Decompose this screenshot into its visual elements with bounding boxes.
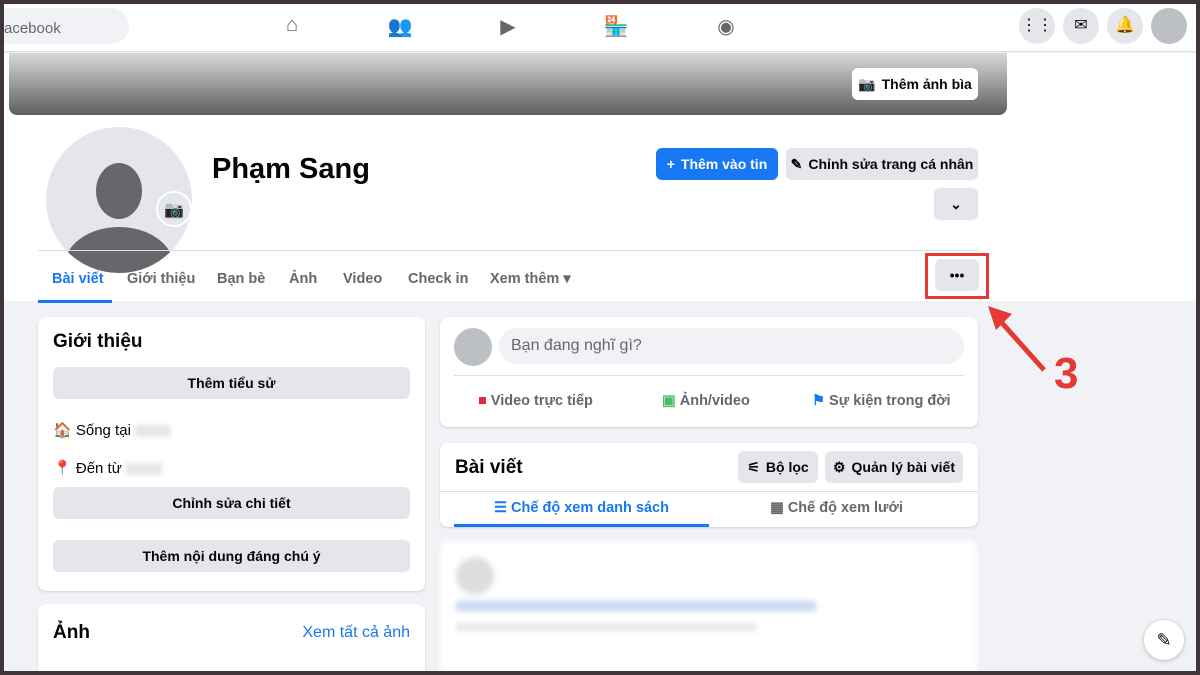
- notifications-icon[interactable]: 🔔: [1107, 8, 1143, 44]
- tab-list-view[interactable]: ☰ Chế độ xem danh sách: [454, 491, 709, 527]
- composer-input[interactable]: Bạn đang nghĩ gì?: [499, 328, 964, 364]
- filter-icon: ⚟: [747, 458, 760, 475]
- blurred-post: [440, 541, 978, 671]
- messenger-icon[interactable]: ✉: [1063, 8, 1099, 44]
- pencil-icon: ✎: [790, 155, 803, 172]
- lives-in: 🏠 Sống tại: [53, 421, 171, 439]
- add-featured-button[interactable]: Thêm nội dung đáng chú ý: [53, 540, 410, 572]
- groups-icon[interactable]: ◉: [712, 14, 740, 42]
- add-story-button[interactable]: + Thêm vào tin: [656, 148, 778, 180]
- photo-video-button[interactable]: ▣ Ảnh/video: [662, 393, 750, 409]
- see-all-photos-link[interactable]: Xem tất cả ảnh: [302, 624, 410, 642]
- new-message-icon[interactable]: ✎: [1144, 620, 1184, 660]
- add-cover-button[interactable]: 📷 Thêm ảnh bìa: [852, 68, 978, 100]
- avatar-camera-icon[interactable]: 📷: [156, 191, 192, 227]
- home-icon[interactable]: ⌂: [278, 14, 306, 42]
- search-input[interactable]: acebook: [4, 8, 129, 44]
- live-video-button[interactable]: ■ Video trực tiếp: [478, 393, 593, 409]
- account-avatar[interactable]: [1151, 8, 1187, 44]
- intro-title: Giới thiệu: [53, 331, 143, 352]
- tab-about[interactable]: Giới thiệu: [127, 271, 195, 287]
- tab-friends[interactable]: Bạn bè: [217, 271, 265, 287]
- tab-posts[interactable]: Bài viết: [52, 271, 104, 287]
- friends-icon[interactable]: 👥: [386, 14, 414, 42]
- app-frame: acebook ⌂ 👥 ▶ 🏪 ◉ ⋮⋮ ✉ 🔔 📷 Thêm ảnh bìa 📷…: [4, 4, 1196, 671]
- profile-tabs: Bài viết Giới thiệu Bạn bè Ảnh Video Che…: [38, 250, 989, 303]
- manage-posts-button[interactable]: ⚙ Quản lý bài viết: [825, 451, 963, 483]
- edit-profile-button[interactable]: ✎ Chỉnh sửa trang cá nhân: [786, 148, 978, 180]
- camera-icon: 📷: [858, 75, 876, 92]
- edit-details-button[interactable]: Chỉnh sửa chi tiết: [53, 487, 410, 519]
- profile-header: 📷 Thêm ảnh bìa 📷 Phạm Sang + Thêm vào tin …: [4, 53, 1196, 303]
- gear-icon: ⚙: [832, 458, 846, 475]
- profile-name: Phạm Sang: [212, 153, 370, 185]
- step-number: 3: [1054, 349, 1079, 398]
- tab-photos[interactable]: Ảnh: [289, 271, 317, 287]
- posts-card: Bài viết ⚟ Bộ lọc ⚙ Quản lý bài viết ☰ Chế…: [440, 443, 978, 527]
- tab-more[interactable]: Xem thêm ▾: [490, 271, 571, 287]
- annotation-arrow-icon: [988, 306, 1046, 372]
- photos-card: Ảnh Xem tất cả ảnh: [38, 604, 425, 671]
- tab-checkin[interactable]: Check in: [408, 271, 468, 287]
- menu-icon[interactable]: ⋮⋮: [1019, 8, 1055, 44]
- tab-grid-view[interactable]: ▦ Chế độ xem lưới: [709, 491, 964, 527]
- top-bar: acebook ⌂ 👥 ▶ 🏪 ◉ ⋮⋮ ✉ 🔔: [4, 4, 1196, 52]
- avatar: [454, 328, 492, 366]
- from: 📍 Đến từ: [53, 459, 162, 477]
- chevron-down-icon[interactable]: ⌄: [934, 188, 978, 220]
- life-event-button[interactable]: ⚑ Sự kiện trong đời: [812, 393, 951, 409]
- composer-card: Bạn đang nghĩ gì? ■ Video trực tiếp ▣ Ản…: [440, 317, 978, 427]
- add-bio-button[interactable]: Thêm tiểu sử: [53, 367, 410, 399]
- intro-card: Giới thiệu Thêm tiểu sử 🏠 Sống tại 📍 Đến…: [38, 317, 425, 591]
- watch-icon[interactable]: ▶: [494, 14, 522, 42]
- filter-button[interactable]: ⚟ Bộ lọc: [738, 451, 818, 483]
- tab-video[interactable]: Video: [343, 271, 382, 287]
- marketplace-icon[interactable]: 🏪: [602, 14, 630, 42]
- highlight-box: [925, 253, 989, 299]
